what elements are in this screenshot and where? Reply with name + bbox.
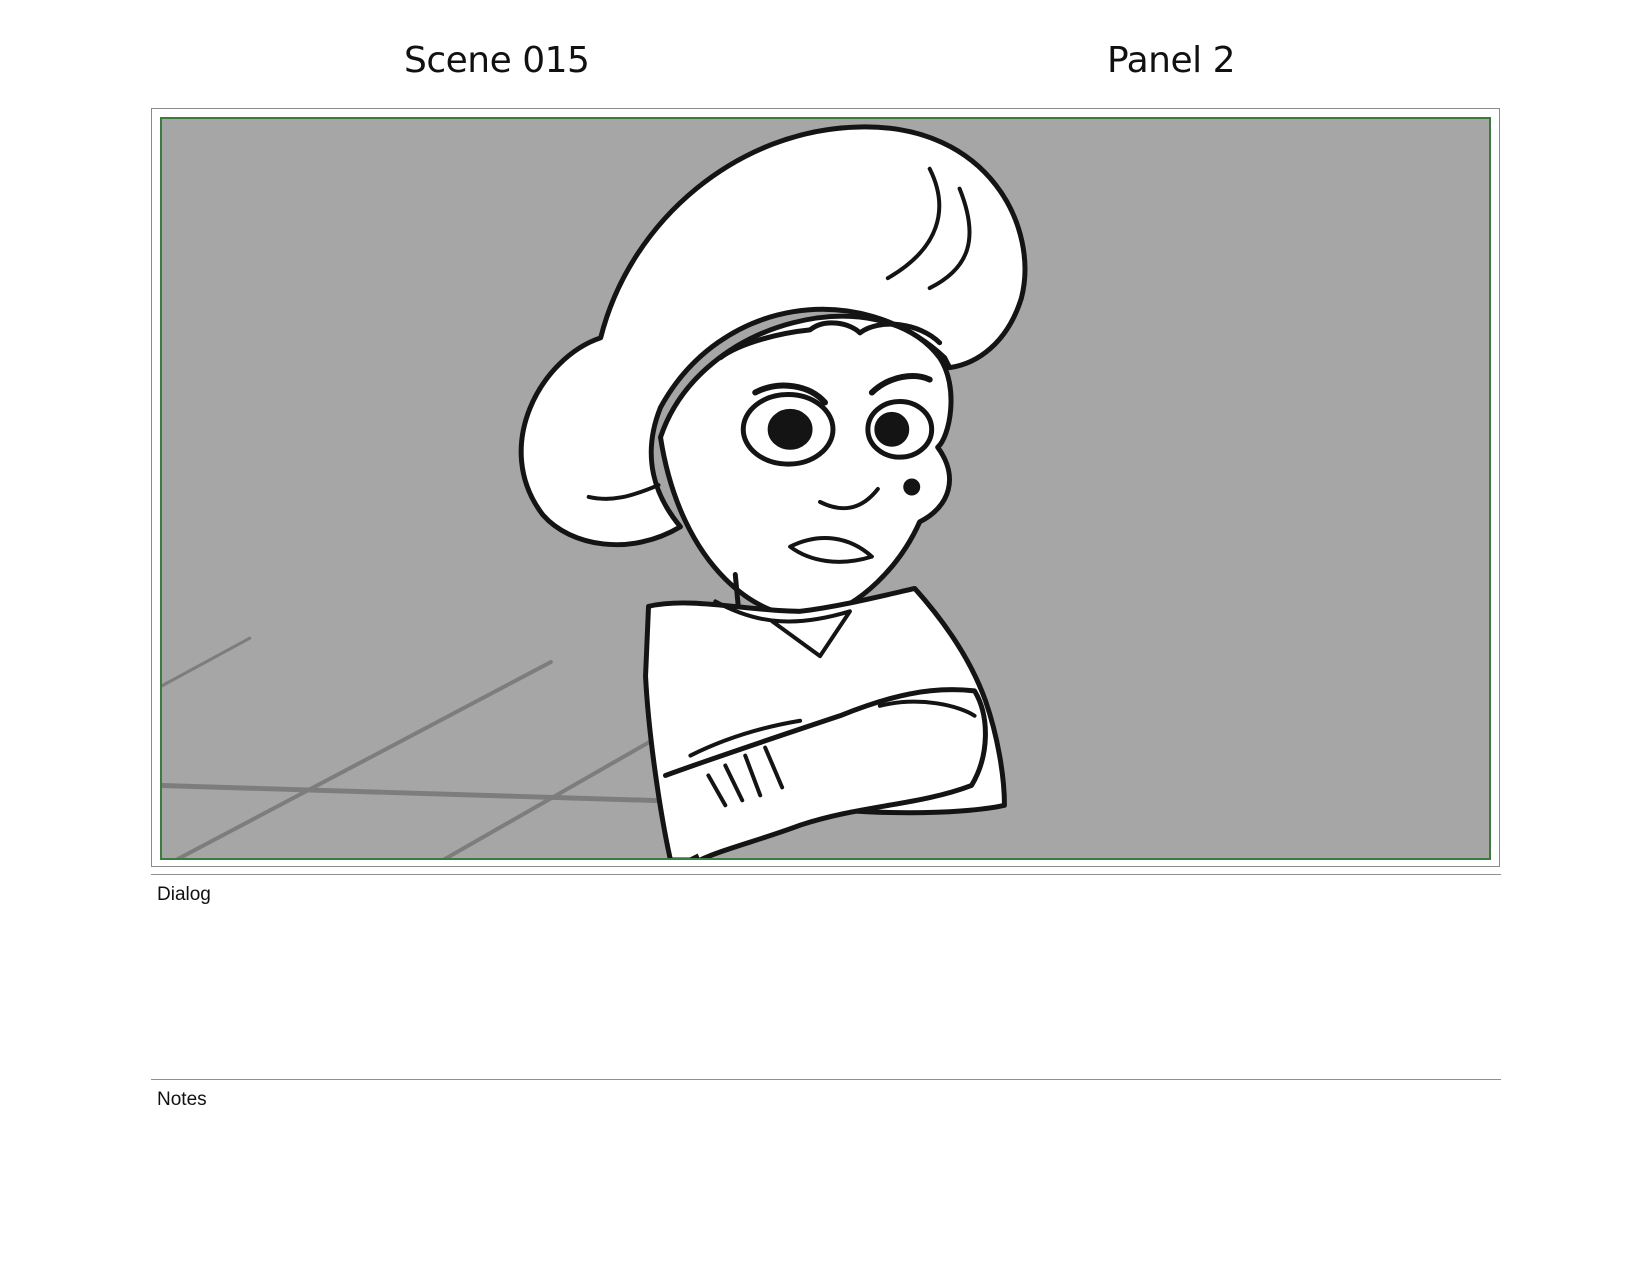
storyboard-sketch xyxy=(162,119,1489,858)
panel-frame xyxy=(151,108,1500,867)
panel-number: Panel 2 xyxy=(1107,40,1235,81)
dialog-label: Dialog xyxy=(157,884,211,905)
notes-field[interactable] xyxy=(151,1114,1501,1254)
notes-divider xyxy=(151,1079,1501,1080)
dialog-field[interactable] xyxy=(151,908,1501,1068)
scene-number: Scene 015 xyxy=(404,40,590,81)
dialog-divider xyxy=(151,874,1501,875)
safe-frame xyxy=(160,117,1491,860)
notes-label: Notes xyxy=(157,1089,207,1110)
